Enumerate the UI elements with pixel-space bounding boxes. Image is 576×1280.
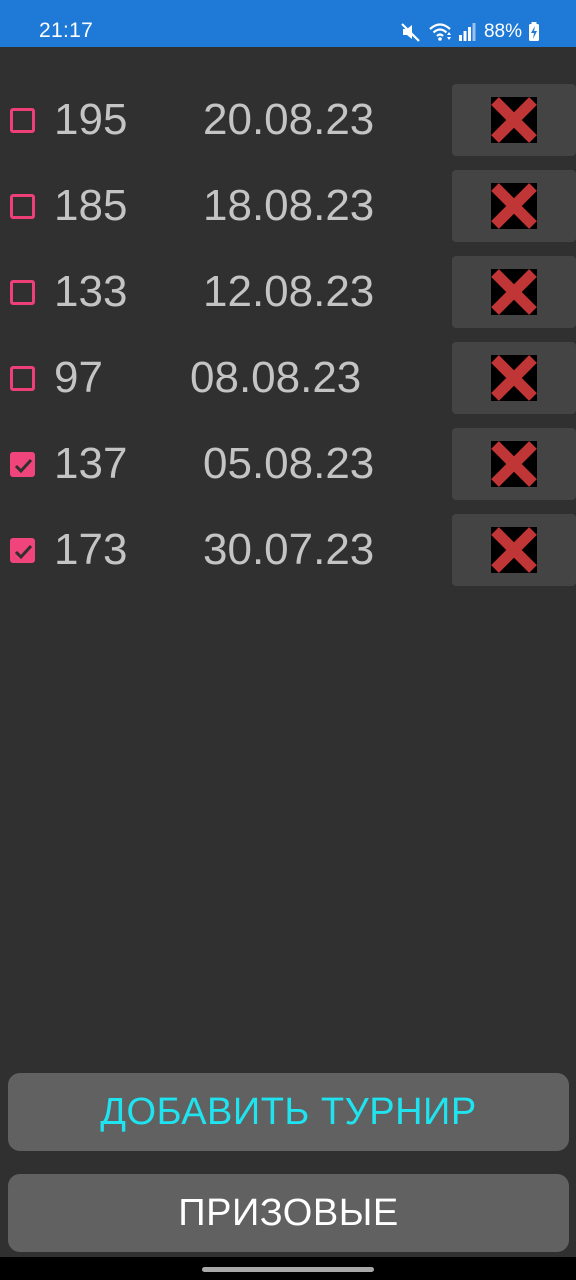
checkmark-icon	[14, 544, 33, 560]
tournament-date: 18.08.23	[203, 181, 375, 230]
delete-button[interactable]	[452, 84, 576, 156]
signal-icon	[458, 23, 476, 41]
list-item: 195 20.08.23	[0, 84, 576, 156]
delete-button[interactable]	[452, 256, 576, 328]
list-item: 137 05.08.23	[0, 428, 576, 500]
tournament-date: 08.08.23	[190, 353, 362, 402]
battery-charging-icon	[529, 22, 539, 41]
tournament-number: 97	[54, 353, 103, 402]
checkmark-icon	[14, 458, 33, 474]
row-checkbox[interactable]	[10, 108, 35, 133]
tournament-number: 195	[54, 95, 128, 144]
mute-icon	[401, 23, 420, 42]
delete-button[interactable]	[452, 170, 576, 242]
status-icons: 88%	[400, 19, 540, 45]
delete-button[interactable]	[452, 514, 576, 586]
tournament-number: 185	[54, 181, 128, 230]
list-item: 133 12.08.23	[0, 256, 576, 328]
list-item: 173 30.07.23	[0, 514, 576, 586]
status-bar: 21:17 88%	[0, 0, 576, 47]
row-checkbox[interactable]	[10, 194, 35, 219]
row-checkbox[interactable]	[10, 538, 35, 563]
status-time: 21:17	[39, 19, 94, 42]
row-checkbox[interactable]	[10, 366, 35, 391]
delete-button[interactable]	[452, 428, 576, 500]
delete-x-icon	[491, 269, 537, 315]
tournament-date: 20.08.23	[203, 95, 375, 144]
prizes-button[interactable]: ПРИЗОВЫЕ	[8, 1174, 569, 1252]
delete-button[interactable]	[452, 342, 576, 414]
add-tournament-button[interactable]: ДОБАВИТЬ ТУРНИР	[8, 1073, 569, 1151]
tournament-date: 05.08.23	[203, 439, 375, 488]
delete-x-icon	[491, 441, 537, 487]
list-item: 185 18.08.23	[0, 170, 576, 242]
tournament-date: 30.07.23	[203, 525, 375, 574]
battery-percent: 88%	[483, 21, 522, 42]
delete-x-icon	[491, 97, 537, 143]
delete-x-icon	[491, 183, 537, 229]
home-gesture-handle[interactable]	[202, 1267, 374, 1272]
tournament-number: 133	[54, 267, 128, 316]
tournament-date: 12.08.23	[203, 267, 375, 316]
navigation-bar	[0, 1257, 576, 1280]
list-item: 97 08.08.23	[0, 342, 576, 414]
row-checkbox[interactable]	[10, 280, 35, 305]
tournament-number: 137	[54, 439, 128, 488]
wifi-icon	[429, 23, 451, 41]
delete-x-icon	[491, 355, 537, 401]
delete-x-icon	[491, 527, 537, 573]
row-checkbox[interactable]	[10, 452, 35, 477]
tournament-number: 173	[54, 525, 128, 574]
